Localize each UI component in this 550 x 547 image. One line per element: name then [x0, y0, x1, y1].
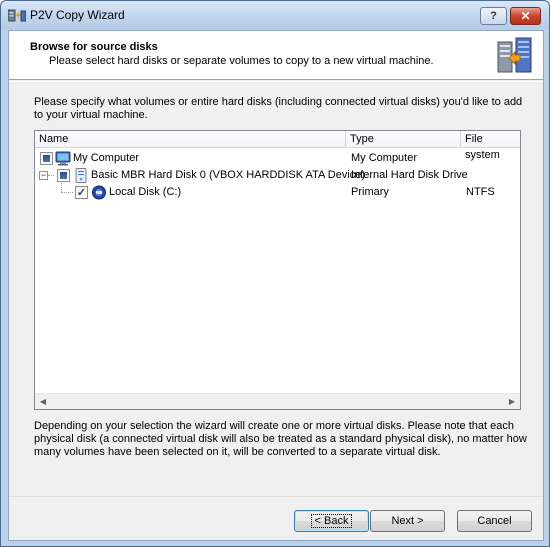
intro-text: Please specify what volumes or entire ha… — [34, 96, 523, 121]
close-button[interactable]: ✕ — [510, 7, 541, 25]
title-bar[interactable]: P2V Copy Wizard ? ✕ — [1, 1, 549, 29]
row-type: My Computer — [351, 152, 418, 164]
wizard-window: P2V Copy Wizard ? ✕ Browse for source di… — [0, 0, 550, 547]
window-title: P2V Copy Wizard — [30, 8, 125, 22]
column-file-system[interactable]: File system — [461, 131, 520, 161]
checkbox-hard-disk[interactable] — [57, 169, 70, 182]
server-graphic-icon — [497, 37, 532, 73]
row-name: Basic MBR Hard Disk 0 (VBOX HARDDISK ATA… — [91, 169, 366, 181]
wizard-client-area: Browse for source disks Please select ha… — [8, 30, 544, 541]
column-type[interactable]: Type — [346, 131, 461, 148]
row-type: Primary — [351, 186, 389, 198]
row-file-system: NTFS — [466, 186, 495, 198]
scroll-left-icon[interactable]: ◀ — [35, 394, 51, 410]
tree-line — [48, 175, 54, 176]
tree-row-local-disk-c[interactable]: ✓ Local Disk (C:) Primary NTFS — [35, 181, 520, 201]
scroll-right-icon[interactable]: ▶ — [504, 394, 520, 410]
tree-column-header: Name Type File system — [35, 131, 520, 161]
help-button[interactable]: ? — [480, 7, 507, 25]
column-name[interactable]: Name — [35, 131, 346, 148]
wizard-header: Browse for source disks Please select ha… — [9, 31, 543, 80]
next-button[interactable]: Next > — [370, 510, 445, 532]
tree-row-my-computer[interactable]: My Computer My Computer — [35, 150, 520, 167]
checkbox-local-disk-c[interactable]: ✓ — [75, 186, 88, 199]
p2v-app-icon — [8, 9, 26, 22]
row-name: Local Disk (C:) — [109, 186, 182, 198]
tree-row-hard-disk[interactable]: − Basic MBR Hard Disk 0 (VBOX HARDDISK A… — [35, 167, 520, 184]
footer-note: Depending on your selection the wizard w… — [34, 420, 527, 458]
row-type: Internal Hard Disk Drive — [351, 169, 468, 181]
cancel-button[interactable]: Cancel — [457, 510, 532, 532]
volume-icon — [92, 185, 106, 200]
page-subtitle: Please select hard disks or separate vol… — [49, 55, 434, 67]
computer-icon — [55, 151, 71, 166]
page-title: Browse for source disks — [30, 41, 158, 53]
back-button[interactable]: < Back — [294, 510, 369, 532]
hard-disk-icon — [75, 168, 87, 183]
disk-tree[interactable]: Name Type File system My Computer My Com… — [34, 130, 521, 410]
tree-line — [61, 181, 62, 192]
row-name: My Computer — [73, 152, 140, 164]
button-divider — [9, 496, 543, 497]
header-divider — [9, 81, 543, 82]
collapse-toggle[interactable]: − — [39, 171, 48, 180]
back-button-label: < Back — [310, 514, 353, 528]
tree-line — [61, 192, 73, 193]
horizontal-scrollbar[interactable]: ◀ ▶ — [35, 393, 520, 409]
checkbox-my-computer[interactable] — [40, 152, 53, 165]
